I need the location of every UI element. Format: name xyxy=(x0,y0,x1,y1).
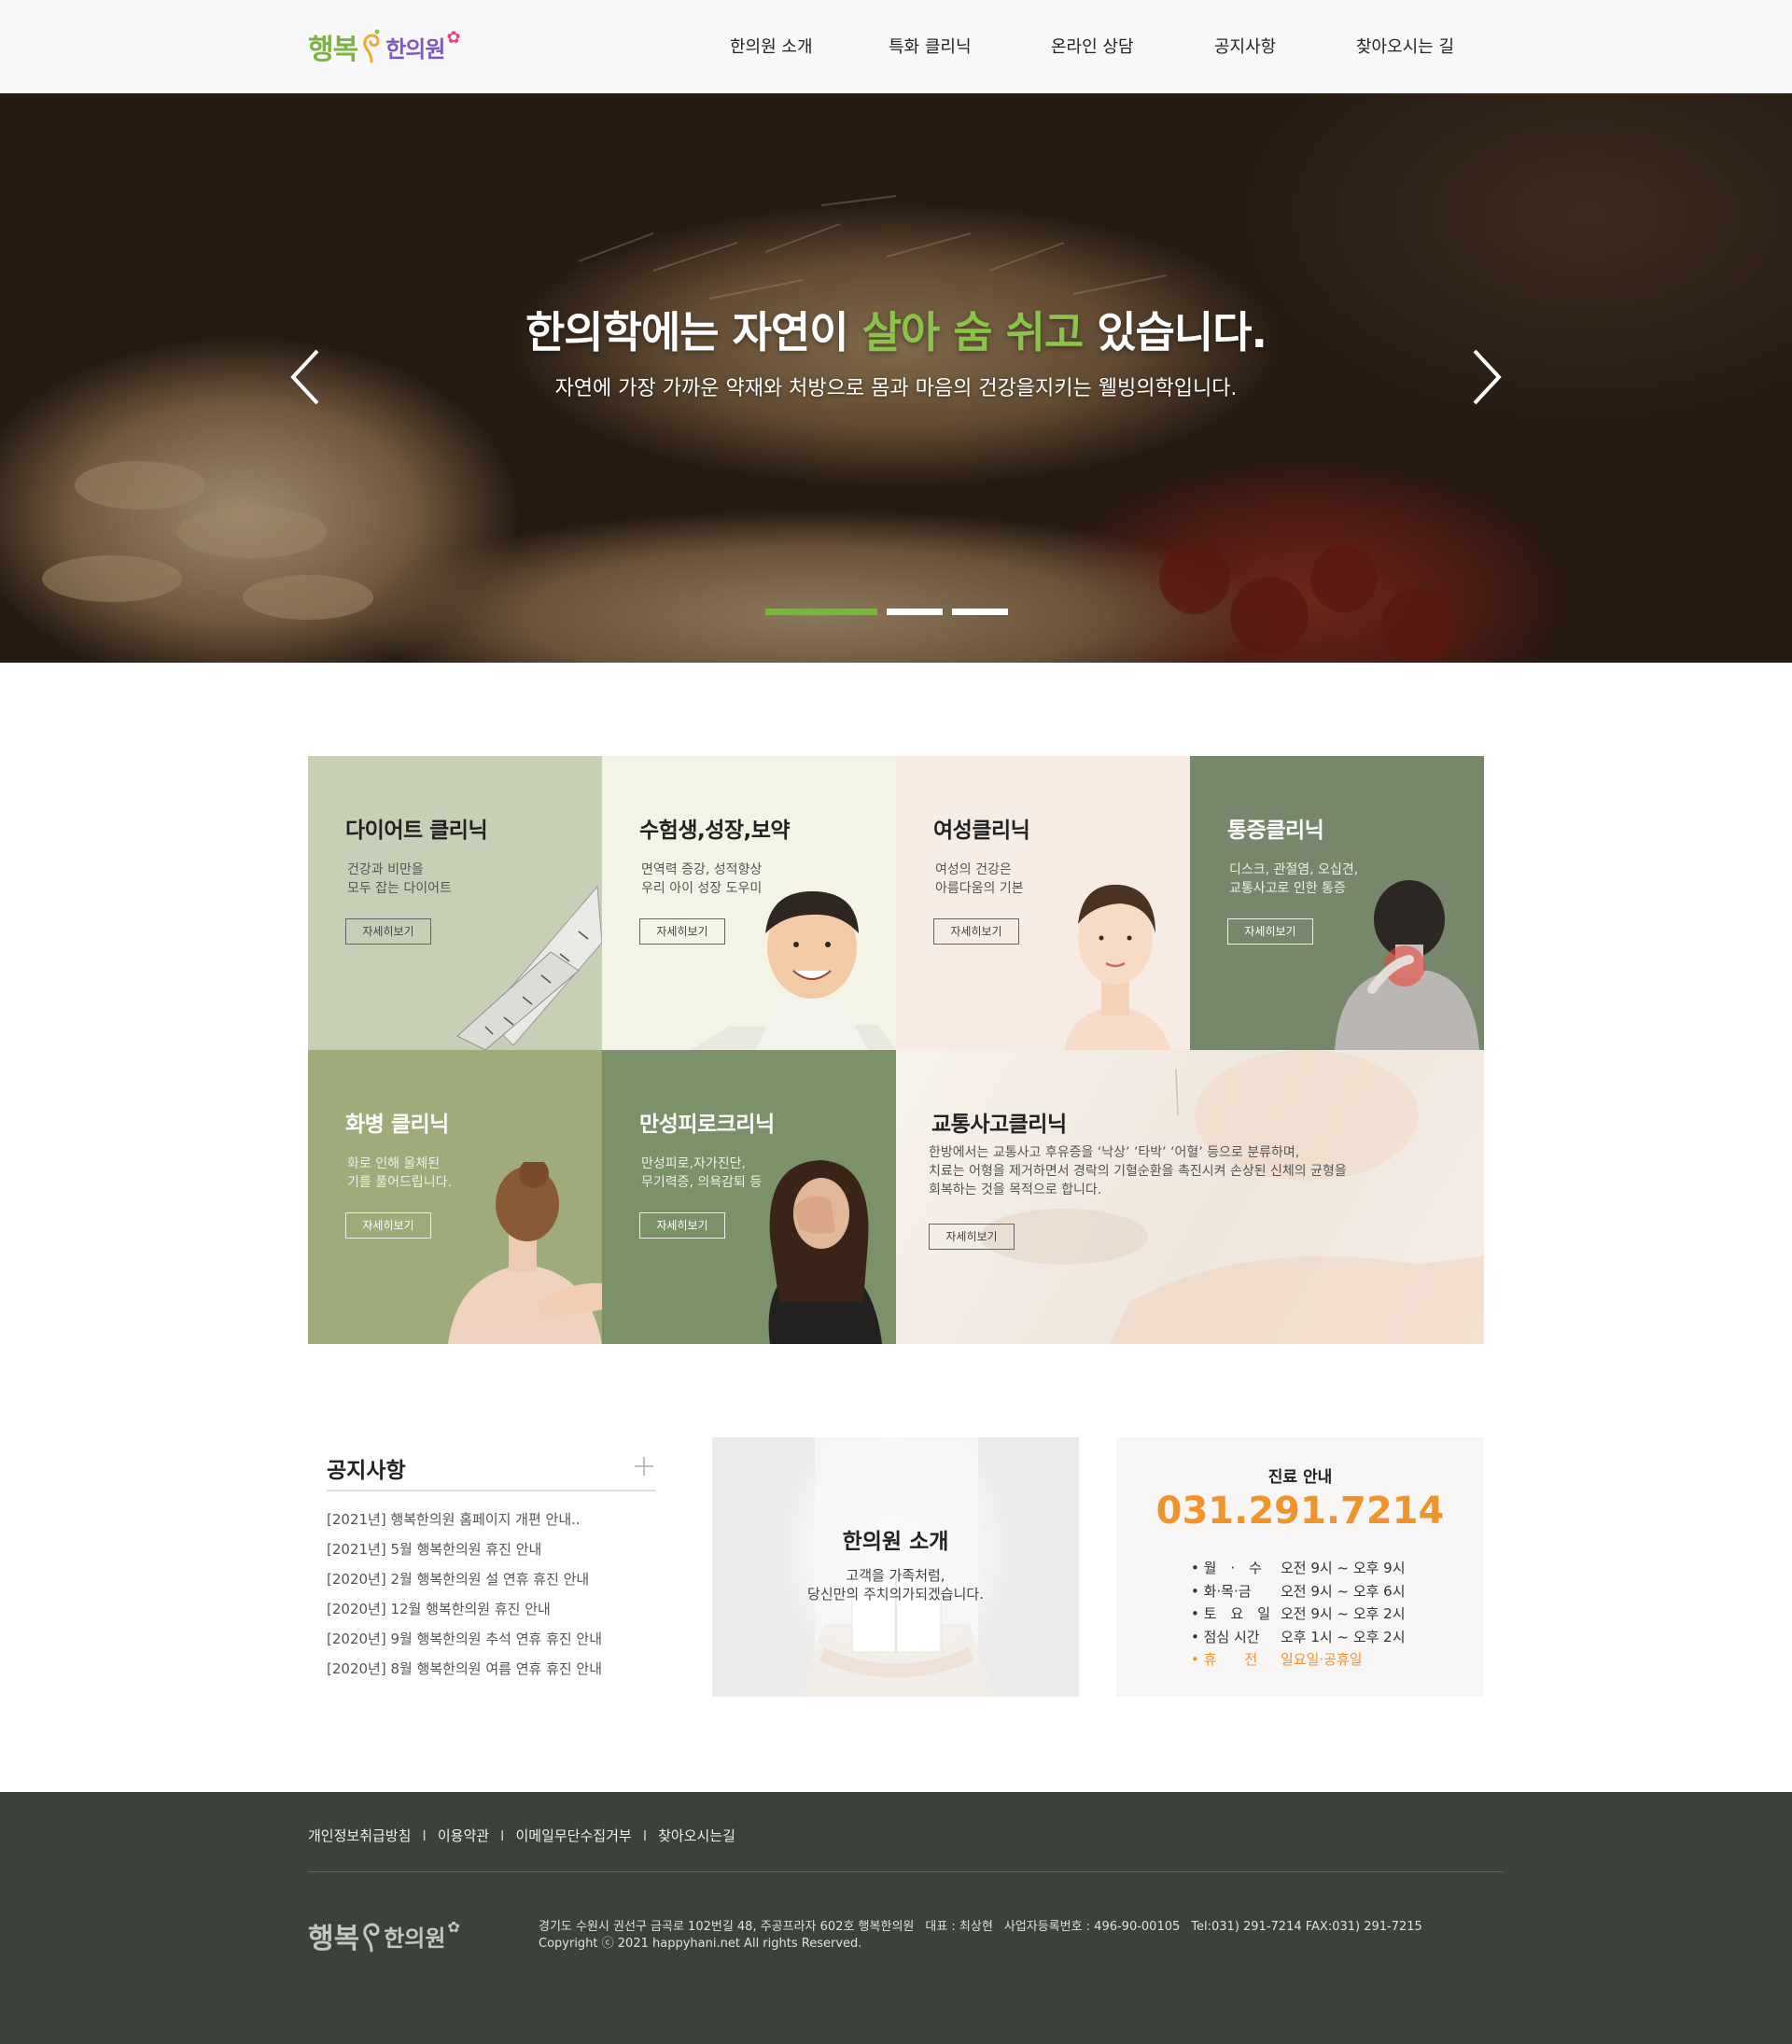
clinic-card-diet[interactable]: 다이어트 클리닉 건강과 비만을 모두 잡는 다이어트 자세히보기 xyxy=(308,756,602,1050)
clinic-card-fatigue[interactable]: 만성피로크리닉 만성피로,자가진단, 무기력증, 의욕감퇴 등 자세히보기 xyxy=(602,1050,896,1344)
notice-list: [2021년] 행복한의원 홈페이지 개편 안내.. [2021년] 5월 행복… xyxy=(327,1505,656,1684)
chevron-left-icon xyxy=(290,349,319,405)
footer-link-email-policy[interactable]: 이메일무단수집거부 xyxy=(515,1827,631,1844)
clinic-card-pain[interactable]: 통증클리닉 디스크, 관절염, 오십견, 교통사고로 인한 통증 자세히보기 xyxy=(1190,756,1484,1050)
hours-row: • 토 요 일 오전 9시 ~ 오후 2시 xyxy=(1191,1605,1406,1622)
hours-row: • 점심 시간 오후 1시 ~ 오후 2시 xyxy=(1191,1628,1406,1645)
slider-dot-2[interactable] xyxy=(887,609,943,615)
footer-logo: 행복 한의원 ✿ xyxy=(308,1917,460,1956)
clinic-more-button[interactable]: 자세히보기 xyxy=(639,1212,725,1239)
intro-title: 한의원 소개 xyxy=(842,1530,949,1554)
clinic-card-growth[interactable]: 수험생,성장,보약 면역력 증강, 성적향상 우리 아이 성장 도우미 자세히보… xyxy=(602,756,896,1050)
hours-list: • 월 · 수 오전 9시 ~ 오후 9시 • 화·목·금 오전 9시 ~ 오후 6… xyxy=(1191,1557,1406,1672)
clinic-desc: 한방에서는 교통사고 후유증을 ‘낙상’ ’타박’ ‘어혈’ 등으로 분류하며,… xyxy=(929,1145,1347,1197)
clinic-more-button[interactable]: 자세히보기 xyxy=(345,918,431,945)
clinic-grid: 다이어트 클리닉 건강과 비만을 모두 잡는 다이어트 자세히보기 수험생,성장… xyxy=(308,756,1484,1344)
intro-desc: 고객을 가족처럼, 당신만의 주치의가되겠습니다. xyxy=(807,1567,984,1603)
hours-row: • 화·목·금 오전 9시 ~ 오후 6시 xyxy=(1191,1582,1406,1600)
slider-dot-3[interactable] xyxy=(952,609,1008,615)
tape-measure-image xyxy=(456,885,602,1050)
notice-item[interactable]: [2020년] 8월 행복한의원 여름 연휴 휴진 안내 xyxy=(327,1654,656,1684)
clinic-desc: 여성의 건강은 아름다움의 기본 xyxy=(935,862,1024,896)
footer-company-info: 경기도 수원시 권선구 금곡로 102번길 48, 주공프라자 602호 행복한… xyxy=(539,1919,1434,1953)
clinic-title: 통증클리닉 xyxy=(1227,819,1324,843)
nav-item-notice[interactable]: 공지사항 xyxy=(1214,34,1276,58)
footer-ceo: 대표 : 최상현 xyxy=(925,1920,993,1934)
clinic-more-button[interactable]: 자세히보기 xyxy=(929,1224,1015,1250)
notice-item[interactable]: [2020년] 9월 행복한의원 추석 연휴 휴진 안내 xyxy=(327,1624,656,1654)
notice-title: 공지사항 xyxy=(327,1459,406,1483)
nav-item-clinics[interactable]: 특화 클리닉 xyxy=(889,34,972,58)
clinic-card-women[interactable]: 여성클리닉 여성의 건강은 아름다움의 기본 자세히보기 xyxy=(896,756,1190,1050)
footer-link-terms[interactable]: 이용약관 xyxy=(438,1827,489,1844)
flower-icon: ✿ xyxy=(447,1917,460,1936)
clinic-title: 화병 클리닉 xyxy=(345,1113,449,1137)
neck-pain-photo xyxy=(1335,880,1479,1050)
slider-dot-1[interactable] xyxy=(765,609,877,615)
main-nav: 한의원 소개 특화 클리닉 온라인 상담 공지사항 찾아오시는 길 xyxy=(0,34,1792,62)
clinic-more-button[interactable]: 자세히보기 xyxy=(639,918,725,945)
hours-title: 진료 안내 xyxy=(1267,1468,1333,1487)
footer-address: 경기도 수원시 권선구 금곡로 102번길 48, 주공프라자 602호 행복한… xyxy=(539,1920,915,1934)
nav-item-about[interactable]: 한의원 소개 xyxy=(730,34,813,58)
nav-item-consult[interactable]: 온라인 상담 xyxy=(1051,34,1134,58)
notice-board: 공지사항 [2021년] 행복한의원 홈페이지 개편 안내.. [2021년] … xyxy=(327,1437,656,1684)
clinic-card-traffic[interactable]: 교통사고클리닉 한방에서는 교통사고 후유증을 ‘낙상’ ’타박’ ‘어혈’ 등… xyxy=(896,1050,1484,1344)
clinic-title: 만성피로크리닉 xyxy=(639,1113,775,1137)
clinic-hours-panel: 진료 안내 031.291.7214 • 월 · 수 오전 9시 ~ 오후 9시 … xyxy=(1116,1437,1484,1697)
clinic-desc: 디스크, 관절염, 오십견, 교통사고로 인한 통증 xyxy=(1229,862,1359,896)
slider-prev-button[interactable] xyxy=(287,347,325,407)
notice-item[interactable]: [2020년] 2월 행복한의원 설 연휴 휴진 안내 xyxy=(327,1564,656,1594)
footer-links: 개인정보취급방침 I 이용약관 I 이메일무단수집거부 I 찾아오시는길 xyxy=(308,1827,735,1844)
hero-slider: 한의학에는 자연이 살아 숨 쉬고 있습니다. 자연에 가장 가까운 약재와 처… xyxy=(0,93,1792,663)
notice-header: 공지사항 xyxy=(327,1437,656,1491)
slider-next-button[interactable] xyxy=(1467,347,1505,407)
hero-subtitle: 자연에 가장 가까운 약재와 처방으로 몸과 마음의 건강을지키는 웰빙의학입니… xyxy=(554,377,1238,400)
footer-copyright: Copyright ⓒ 2021 happyhani.net All right… xyxy=(539,1937,862,1951)
footer-link-directions[interactable]: 찾아오시는길 xyxy=(658,1827,735,1844)
woman-photo xyxy=(1064,884,1171,1050)
hero-title: 한의학에는 자연이 살아 숨 쉬고 있습니다. xyxy=(525,307,1267,357)
clinic-title: 교통사고클리닉 xyxy=(931,1113,1067,1137)
notice-item[interactable]: [2021년] 행복한의원 홈페이지 개편 안내.. xyxy=(327,1505,656,1534)
swirl-icon xyxy=(363,1923,380,1953)
footer-link-privacy[interactable]: 개인정보취급방침 xyxy=(308,1827,411,1844)
footer-business-number: 사업자등록번호 : 496-90-00105 xyxy=(1003,1920,1181,1934)
hours-row-closed: • 휴 전 일요일·공휴일 xyxy=(1191,1651,1363,1668)
nav-item-directions[interactable]: 찾아오시는 길 xyxy=(1356,34,1454,58)
clinic-more-button[interactable]: 자세히보기 xyxy=(345,1212,431,1239)
notice-item[interactable]: [2021년] 5월 행복한의원 휴진 안내 xyxy=(327,1534,656,1564)
hours-row: • 월 · 수 오전 9시 ~ 오후 9시 xyxy=(1191,1560,1406,1576)
clinic-desc: 화로 인해 울체된 기를 풀어드립니다. xyxy=(347,1156,452,1190)
shoulder-massage-photo xyxy=(448,1162,602,1344)
tired-woman-photo xyxy=(768,1160,882,1344)
clinic-title: 여성클리닉 xyxy=(933,819,1030,843)
clinic-title: 수험생,성장,보약 xyxy=(639,819,791,843)
slider-pagination xyxy=(0,609,1792,616)
phone-number[interactable]: 031.291.7214 xyxy=(1116,1490,1484,1533)
clinic-title: 다이어트 클리닉 xyxy=(345,819,488,843)
clinic-more-button[interactable]: 자세히보기 xyxy=(1227,918,1313,945)
clinic-card-hwabyung[interactable]: 화병 클리닉 화로 인해 울체된 기를 풀어드립니다. 자세히보기 xyxy=(308,1050,602,1344)
clinic-intro-banner[interactable]: 한의원 소개 고객을 가족처럼, 당신만의 주치의가되겠습니다. xyxy=(712,1437,1079,1697)
footer-divider xyxy=(308,1871,1503,1872)
notice-item[interactable]: [2020년] 12월 행복한의원 휴진 안내 xyxy=(327,1594,656,1624)
clinic-desc: 만성피로,자가진단, 무기력증, 의욕감퇴 등 xyxy=(641,1156,763,1190)
clinic-desc: 면역력 증강, 성적향상 우리 아이 성장 도우미 xyxy=(641,862,763,896)
hero-title-highlight: 살아 숨 쉬고 xyxy=(861,307,1085,357)
clinic-more-button[interactable]: 자세히보기 xyxy=(933,918,1019,945)
chevron-right-icon xyxy=(1473,349,1502,405)
plus-icon[interactable] xyxy=(634,1456,654,1477)
site-footer: 개인정보취급방침 I 이용약관 I 이메일무단수집거부 I 찾아오시는길 행복 한의원 ✿ … xyxy=(0,1792,1792,2044)
footer-contact: Tel:031) 291-7214 FAX:031) 291-7215 xyxy=(1191,1920,1422,1934)
site-header: 행복 한의원 ✿ 한의원 소개 특화 클리닉 온라인 상담 공지사항 찾아오시는… xyxy=(0,0,1792,93)
clinic-desc: 건강과 비만을 모두 잡는 다이어트 xyxy=(347,862,452,896)
